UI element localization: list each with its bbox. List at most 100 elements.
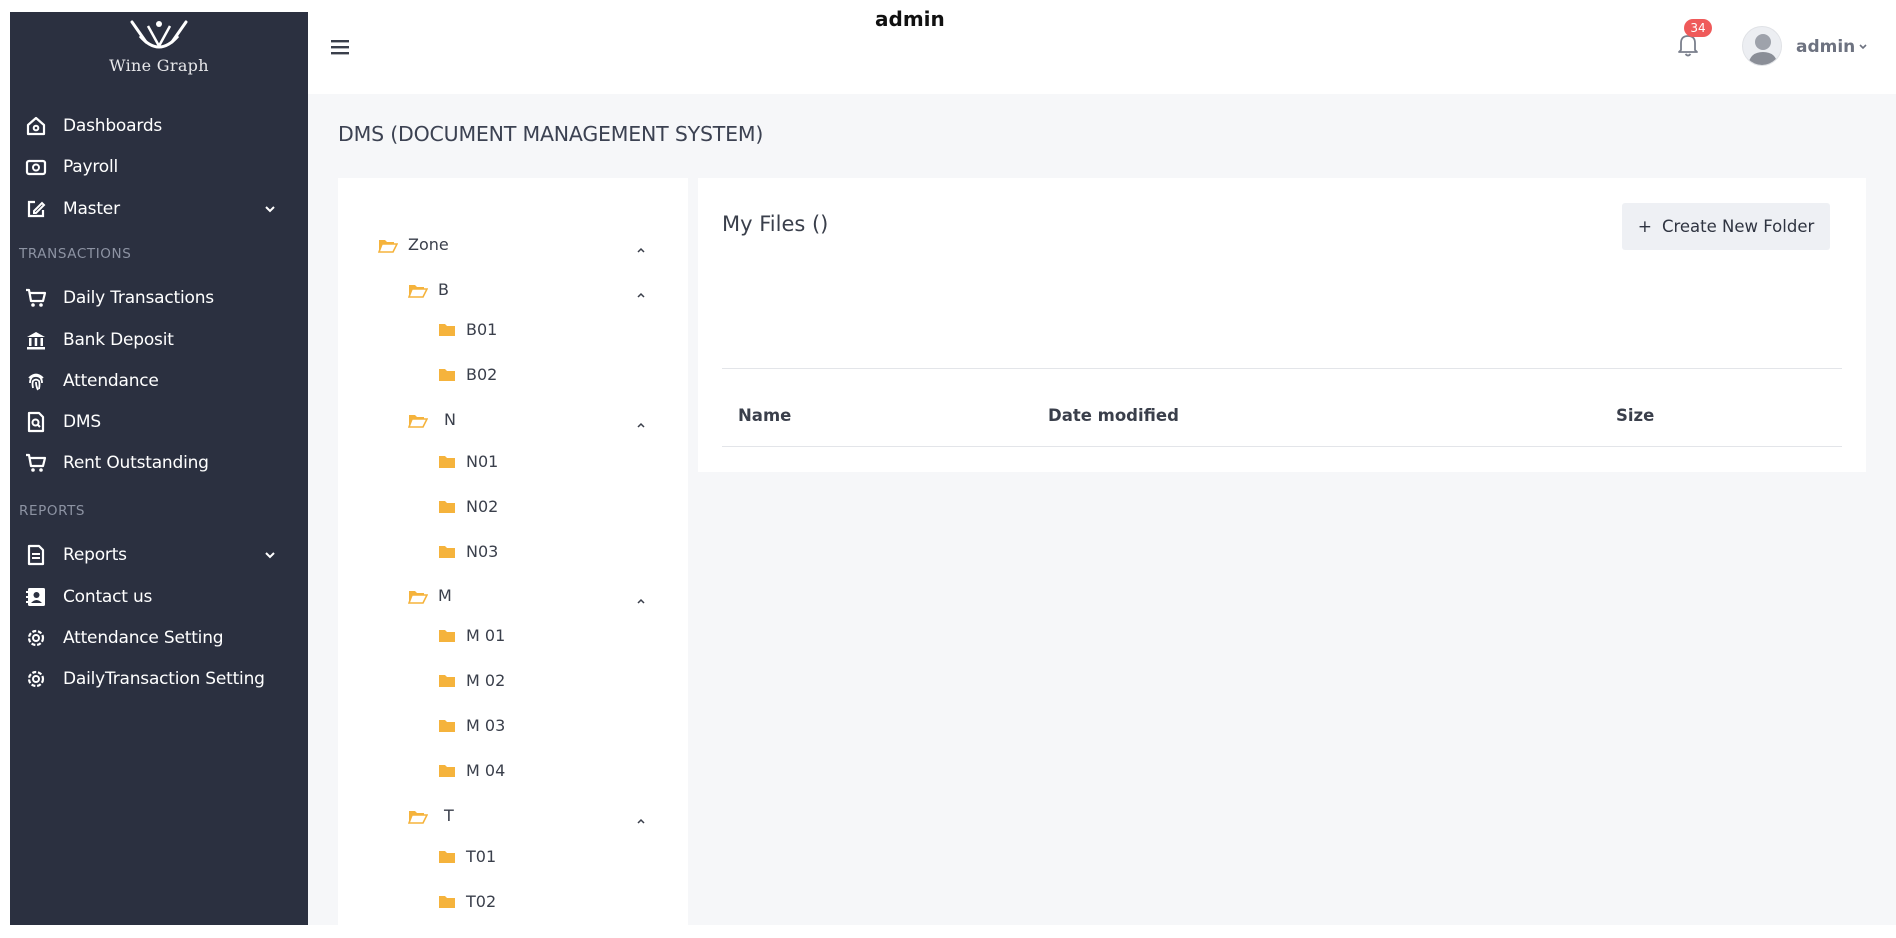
sidebar-item-master[interactable]: Master [10, 191, 308, 227]
folder-open-icon [408, 810, 428, 824]
logo[interactable]: Wine Graph [10, 18, 308, 88]
contact-icon [24, 585, 48, 609]
tree-label: B [438, 280, 449, 299]
folder-open-icon [378, 239, 398, 253]
tree-folder-b[interactable]: B [408, 280, 449, 299]
sidebar-item-label: Reports [63, 545, 127, 565]
tree-folder-b02[interactable]: B02 [438, 365, 497, 384]
app-root: Wine Graph Dashboards Payroll Master TRA… [0, 0, 1896, 938]
sidebar-item-label: Master [63, 199, 120, 219]
folder-icon [439, 546, 455, 558]
edit-icon [24, 197, 48, 221]
chevron-down-icon [265, 552, 275, 559]
user-avatar-icon [1748, 34, 1778, 65]
sidebar-item-label: DMS [63, 412, 101, 432]
gear-icon [24, 667, 48, 691]
tree-label: N [444, 410, 456, 429]
tree-folder-n01[interactable]: N01 [438, 452, 498, 471]
tree-folder-m03[interactable]: M 03 [438, 716, 505, 735]
chevron-up-icon[interactable] [636, 421, 646, 429]
chevron-up-icon[interactable] [636, 817, 646, 825]
avatar[interactable] [1742, 26, 1782, 66]
cart-icon [24, 451, 48, 475]
tree-label: M 01 [466, 626, 506, 645]
folder-icon [439, 456, 455, 468]
folder-icon [439, 675, 455, 687]
cart-icon [24, 286, 48, 310]
tree-label: M 03 [466, 716, 506, 735]
chevron-up-icon[interactable] [636, 246, 646, 254]
sidebar-item-contact-us[interactable]: Contact us [10, 579, 308, 615]
home-icon [24, 114, 48, 138]
wine-graph-logo-icon [130, 20, 188, 49]
column-header-size[interactable]: Size [1616, 406, 1654, 425]
sidebar-item-dms[interactable]: DMS [10, 404, 308, 440]
tree-folder-m02[interactable]: M 02 [438, 671, 505, 690]
sidebar: Wine Graph Dashboards Payroll Master TRA… [10, 12, 308, 925]
tree-label: M 04 [466, 761, 506, 780]
file-icon [24, 543, 48, 567]
tree-folder-m01[interactable]: M 01 [438, 626, 505, 645]
column-header-name[interactable]: Name [738, 406, 791, 425]
tree-label: Zone [408, 235, 449, 254]
create-new-folder-button[interactable]: + Create New Folder [1622, 203, 1830, 250]
tree-label: N01 [466, 452, 499, 471]
tree-folder-zone[interactable]: Zone [378, 235, 449, 254]
sidebar-item-label: Contact us [63, 587, 153, 607]
folder-tree-panel: Zone B B01 B02 N N01 N02 N03 M M 01 M 02… [338, 178, 688, 938]
topbar: admin 34 admin [308, 0, 1896, 94]
sidebar-item-dashboards[interactable]: Dashboards [10, 108, 308, 144]
folder-open-icon [408, 590, 428, 604]
sidebar-item-attendance[interactable]: Attendance [10, 363, 308, 399]
section-title-reports: REPORTS [19, 503, 86, 519]
sidebar-item-payroll[interactable]: Payroll [10, 149, 308, 185]
tree-folder-n03[interactable]: N03 [438, 542, 498, 561]
sidebar-item-rent-outstanding[interactable]: Rent Outstanding [10, 445, 308, 481]
tree-folder-n02[interactable]: N02 [438, 497, 498, 516]
column-header-date-modified[interactable]: Date modified [1048, 406, 1179, 425]
page-title: DMS (DOCUMENT MANAGEMENT SYSTEM) [338, 122, 764, 146]
gear-icon [24, 626, 48, 650]
tree-label: M [438, 586, 452, 605]
tree-folder-t01[interactable]: T01 [438, 847, 496, 866]
chevron-up-icon[interactable] [636, 291, 646, 299]
chevron-down-icon [265, 206, 275, 213]
tree-folder-n[interactable]: N [408, 410, 456, 429]
chevron-up-icon[interactable] [636, 597, 646, 605]
tree-folder-b01[interactable]: B01 [438, 320, 497, 339]
sidebar-item-label: Attendance Setting [63, 628, 224, 648]
sidebar-item-reports[interactable]: Reports [10, 537, 308, 573]
tree-label: T01 [466, 847, 497, 866]
folder-icon [439, 630, 455, 642]
section-title-transactions: TRANSACTIONS [19, 246, 132, 262]
fingerprint-icon [24, 369, 48, 393]
folder-open-icon [408, 284, 428, 298]
create-new-folder-label: Create New Folder [1661, 217, 1815, 236]
tree-folder-t[interactable]: T [408, 806, 454, 825]
tree-label: B01 [466, 320, 498, 339]
logo-text: Wine Graph [109, 56, 209, 75]
tree-label: B02 [466, 365, 498, 384]
tree-folder-m[interactable]: M [408, 586, 452, 605]
sidebar-item-label: DailyTransaction Setting [63, 669, 265, 689]
sidebar-item-attendance-setting[interactable]: Attendance Setting [10, 620, 308, 656]
sidebar-item-daily-transactions[interactable]: Daily Transactions [10, 280, 308, 316]
plus-icon: + [1637, 216, 1652, 237]
folder-icon [439, 501, 455, 513]
main-content: DMS (DOCUMENT MANAGEMENT SYSTEM) Zone B … [308, 94, 1896, 938]
chevron-down-icon[interactable] [1858, 43, 1868, 51]
tree-label: T [444, 806, 454, 825]
my-files-title: My Files () [722, 212, 829, 236]
tree-folder-m04[interactable]: M 04 [438, 761, 505, 780]
user-menu-name[interactable]: admin [1796, 37, 1855, 57]
sidebar-item-bank-deposit[interactable]: Bank Deposit [10, 322, 308, 358]
sidebar-item-label: Bank Deposit [63, 330, 174, 350]
sidebar-item-label: Rent Outstanding [63, 453, 209, 473]
table-divider [722, 446, 1842, 447]
sidebar-item-dailytransaction-setting[interactable]: DailyTransaction Setting [10, 661, 308, 697]
tree-folder-t02[interactable]: T02 [438, 892, 496, 911]
tree-label: N02 [466, 497, 499, 516]
tree-label: N03 [466, 542, 499, 561]
sidebar-item-label: Attendance [63, 371, 159, 391]
hamburger-menu-icon[interactable] [330, 38, 350, 56]
